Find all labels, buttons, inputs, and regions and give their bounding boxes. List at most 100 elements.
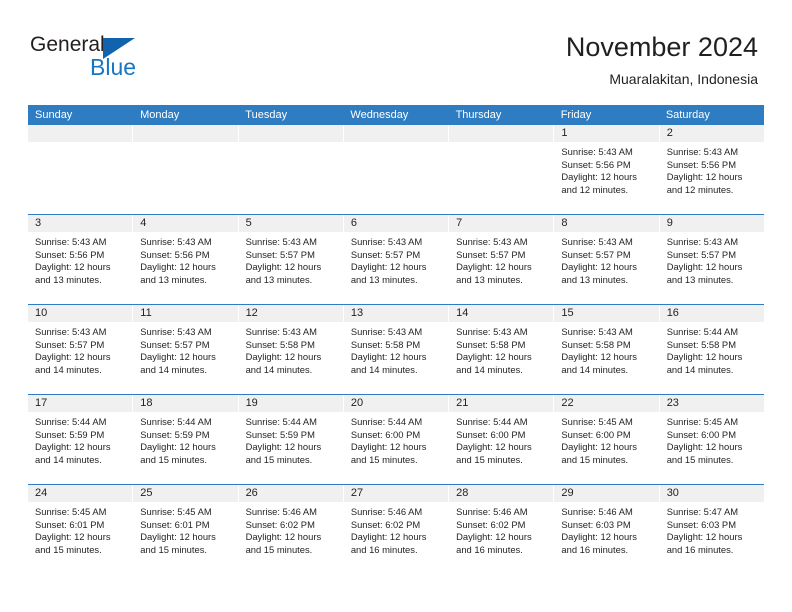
day-cell-19[interactable]: 19 Sunrise: 5:44 AM Sunset: 5:59 PM Dayligh… xyxy=(238,395,344,484)
day-cell-21[interactable]: 21 Sunrise: 5:44 AM Sunset: 6:00 PM Dayligh… xyxy=(449,395,555,484)
day-info-line: Daylight: 12 hours xyxy=(245,531,322,543)
weekday-header-wednesday: Wednesday xyxy=(350,109,409,121)
calendar-page: General Blue November 2024 Muaralakitan,… xyxy=(0,0,792,612)
day-info-line: Sunset: 6:03 PM xyxy=(561,518,631,530)
day-info-line: Sunrise: 5:45 AM xyxy=(666,416,739,427)
day-info-line: and 14 minutes. xyxy=(456,363,523,375)
day-info-line: and 12 minutes. xyxy=(561,183,629,195)
day-info-line: Sunset: 5:57 PM xyxy=(456,248,526,260)
day-info-line: and 14 minutes. xyxy=(245,363,313,375)
day-sun-info: Sunrise: 5:43 AM Sunset: 5:56 PM Daylight:… xyxy=(554,142,658,196)
day-info-line: Daylight: 12 hours xyxy=(140,441,216,453)
day-info-line: Sunset: 5:59 PM xyxy=(140,428,210,440)
day-cell-10[interactable]: 10 Sunrise: 5:43 AM Sunset: 5:57 PM Dayligh… xyxy=(28,305,134,394)
day-number: 7 xyxy=(449,215,554,232)
day-sun-info: Sunrise: 5:43 AM Sunset: 5:56 PM Daylight:… xyxy=(28,232,132,286)
day-sun-info: Sunrise: 5:43 AM Sunset: 5:58 PM Daylight:… xyxy=(344,322,448,376)
day-info-line: and 13 minutes. xyxy=(456,273,523,285)
day-cell-8[interactable]: 8 Sunrise: 5:43 AM Sunset: 5:57 PM Daylight… xyxy=(554,215,660,304)
day-cell-27[interactable]: 27 Sunrise: 5:46 AM Sunset: 6:02 PM Dayligh… xyxy=(343,485,450,574)
day-info-line: Sunset: 5:58 PM xyxy=(456,338,526,350)
day-sun-info: Sunrise: 5:43 AM Sunset: 5:56 PM Daylight:… xyxy=(133,232,237,286)
day-info-line: Daylight: 12 hours xyxy=(666,351,743,363)
day-info-line: Sunset: 5:57 PM xyxy=(350,248,421,260)
page-header: General Blue November 2024 Muaralakitan,… xyxy=(0,0,792,100)
day-info-line: and 15 minutes. xyxy=(456,453,523,465)
day-number: 8 xyxy=(554,215,659,232)
day-info-line: Sunrise: 5:43 AM xyxy=(350,236,423,247)
day-cell-13[interactable]: 13 Sunrise: 5:43 AM Sunset: 5:58 PM Dayligh… xyxy=(343,305,450,394)
day-cell-12[interactable]: 12 Sunrise: 5:43 AM Sunset: 5:58 PM Dayligh… xyxy=(238,305,344,394)
day-info-line: Sunrise: 5:43 AM xyxy=(245,236,317,247)
day-cell-28[interactable]: 28 Sunrise: 5:46 AM Sunset: 6:02 PM Dayligh… xyxy=(449,485,555,574)
day-cell-26[interactable]: 26 Sunrise: 5:46 AM Sunset: 6:02 PM Dayligh… xyxy=(238,485,344,574)
day-info-line: and 15 minutes. xyxy=(35,543,102,555)
day-sun-info: Sunrise: 5:44 AM Sunset: 6:00 PM Daylight:… xyxy=(449,412,553,466)
day-info-line: Daylight: 12 hours xyxy=(666,171,743,183)
day-info-line: Sunset: 5:56 PM xyxy=(666,158,736,170)
day-cell-15[interactable]: 15 Sunrise: 5:43 AM Sunset: 5:58 PM Dayligh… xyxy=(554,305,660,394)
day-cell-24[interactable]: 24 Sunrise: 5:45 AM Sunset: 6:01 PM Dayligh… xyxy=(28,485,134,574)
day-cell-17[interactable]: 17 Sunrise: 5:44 AM Sunset: 5:59 PM Dayligh… xyxy=(28,395,134,484)
day-sun-info: Sunrise: 5:46 AM Sunset: 6:02 PM Daylight:… xyxy=(344,502,448,556)
day-cell-14[interactable]: 14 Sunrise: 5:43 AM Sunset: 5:58 PM Dayligh… xyxy=(449,305,555,394)
day-number: 12 xyxy=(238,305,343,322)
general-blue-logo[interactable]: General Blue xyxy=(30,33,260,89)
day-info-line: Sunrise: 5:44 AM xyxy=(666,326,739,337)
day-sun-info: Sunrise: 5:43 AM Sunset: 5:58 PM Daylight:… xyxy=(239,322,343,376)
day-number: 15 xyxy=(554,305,659,322)
day-info-line: Sunset: 6:02 PM xyxy=(350,518,421,530)
day-info-line: Sunrise: 5:43 AM xyxy=(456,326,528,337)
weekday-header-row: Sunday Monday Tuesday Wednesday Thursday Frid… xyxy=(28,105,764,125)
logo-text-blue: Blue xyxy=(90,54,137,80)
day-cell-5[interactable]: 5 Sunrise: 5:43 AM Sunset: 5:57 PM Daylight… xyxy=(238,215,344,304)
day-cell-22[interactable]: 22 Sunrise: 5:45 AM Sunset: 6:00 PM Dayligh… xyxy=(554,395,660,484)
day-number: 13 xyxy=(343,305,449,322)
day-cell-23[interactable]: 23 Sunrise: 5:45 AM Sunset: 6:00 PM Dayligh… xyxy=(659,395,764,484)
day-sun-info: Sunrise: 5:46 AM Sunset: 6:02 PM Daylight:… xyxy=(449,502,553,556)
day-number: 11 xyxy=(133,305,238,322)
day-info-line: Sunrise: 5:43 AM xyxy=(245,326,317,337)
day-info-line: Sunset: 5:56 PM xyxy=(35,248,105,260)
day-info-line: Daylight: 12 hours xyxy=(35,441,111,453)
day-cell-18[interactable]: 18 Sunrise: 5:44 AM Sunset: 5:59 PM Dayligh… xyxy=(133,395,239,484)
day-cell-1[interactable]: 1 Sunrise: 5:43 AM Sunset: 5:56 PM Daylight… xyxy=(554,125,660,214)
weekday-header-tuesday: Tuesday xyxy=(245,109,288,121)
day-info-line: Sunrise: 5:43 AM xyxy=(140,326,212,337)
day-cell-11[interactable]: 11 Sunrise: 5:43 AM Sunset: 5:57 PM Dayligh… xyxy=(133,305,239,394)
day-number: 6 xyxy=(343,215,449,232)
day-sun-info: Sunrise: 5:45 AM Sunset: 6:00 PM Daylight:… xyxy=(554,412,658,466)
day-number: 19 xyxy=(238,395,343,412)
day-cell-29[interactable]: 29 Sunrise: 5:46 AM Sunset: 6:03 PM Dayligh… xyxy=(554,485,660,574)
day-info-line: Sunset: 5:59 PM xyxy=(245,428,315,440)
day-cell-3[interactable]: 3 Sunrise: 5:43 AM Sunset: 5:56 PM Daylight… xyxy=(28,215,134,304)
day-cell-2[interactable]: 2 Sunrise: 5:43 AM Sunset: 5:56 PM Daylight… xyxy=(659,125,764,214)
day-info-line: and 13 minutes. xyxy=(35,273,102,285)
day-info-line: Daylight: 12 hours xyxy=(140,531,216,543)
day-sun-info: Sunrise: 5:44 AM Sunset: 5:58 PM Daylight:… xyxy=(660,322,764,376)
day-cell-6[interactable]: 6 Sunrise: 5:43 AM Sunset: 5:57 PM Daylight… xyxy=(343,215,450,304)
day-info-line: Sunset: 6:00 PM xyxy=(350,428,421,440)
day-cell-20[interactable]: 20 Sunrise: 5:44 AM Sunset: 6:00 PM Dayligh… xyxy=(343,395,450,484)
day-info-line: Sunset: 6:00 PM xyxy=(666,428,736,440)
day-cell-7[interactable]: 7 Sunrise: 5:43 AM Sunset: 5:57 PM Daylight… xyxy=(449,215,555,304)
day-cell-9[interactable]: 9 Sunrise: 5:43 AM Sunset: 5:57 PM Daylight… xyxy=(659,215,764,304)
day-info-line: and 14 minutes. xyxy=(35,363,102,375)
weekday-header-monday: Monday xyxy=(140,109,180,121)
day-info-line: Daylight: 12 hours xyxy=(245,261,322,273)
day-info-line: Daylight: 12 hours xyxy=(666,261,743,273)
day-info-line: Sunset: 6:01 PM xyxy=(140,518,210,530)
calendar-week-row: 17 Sunrise: 5:44 AM Sunset: 5:59 PM Dayligh… xyxy=(28,394,764,484)
day-number: 21 xyxy=(449,395,554,412)
day-number: 20 xyxy=(343,395,449,412)
day-info-line: Daylight: 12 hours xyxy=(456,351,532,363)
day-cell-25[interactable]: 25 Sunrise: 5:45 AM Sunset: 6:01 PM Dayligh… xyxy=(133,485,239,574)
day-info-line: and 16 minutes. xyxy=(456,543,523,555)
day-cell-16[interactable]: 16 Sunrise: 5:44 AM Sunset: 5:58 PM Dayligh… xyxy=(659,305,764,394)
day-cell-4[interactable]: 4 Sunrise: 5:43 AM Sunset: 5:56 PM Daylight… xyxy=(133,215,239,304)
day-info-line: Sunrise: 5:44 AM xyxy=(350,416,423,427)
day-number: 16 xyxy=(659,305,764,322)
day-number: 9 xyxy=(659,215,764,232)
day-info-line: Sunrise: 5:43 AM xyxy=(456,236,528,247)
day-cell-30[interactable]: 30 Sunrise: 5:47 AM Sunset: 6:03 PM Dayligh… xyxy=(659,485,764,574)
